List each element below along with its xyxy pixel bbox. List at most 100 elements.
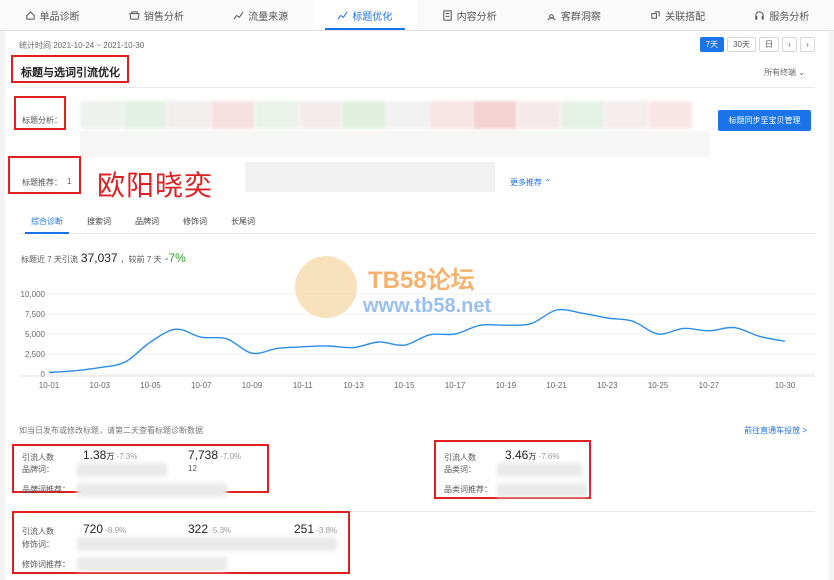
blurred-modifier-recommend: [77, 557, 227, 571]
y-tick-label: 7,500: [25, 310, 46, 319]
x-tick-label: 10-27: [699, 381, 720, 390]
page-title: 标题与选词引流优化: [21, 67, 120, 79]
range-30-days-button[interactable]: 30天: [727, 37, 756, 52]
x-tick-label: 10-05: [140, 381, 161, 390]
blurred-modifier-words: [77, 537, 337, 551]
x-tick-label: 10-19: [496, 381, 517, 390]
brand-flow-unit: 万: [106, 452, 115, 461]
modifier-value-3: 251: [294, 522, 315, 536]
x-tick-label: 10-15: [394, 381, 415, 390]
nav-tab-5[interactable]: 客群洞察: [521, 0, 625, 30]
blurred-category-recommend: [497, 483, 587, 497]
modifier-change-1: -8.9%: [105, 526, 127, 535]
terminal-filter[interactable]: 所有终端 ⌄: [764, 67, 805, 78]
y-tick-label: 5,000: [25, 330, 46, 339]
brand-flow-value: 1.38: [83, 448, 107, 462]
range-day-button[interactable]: 日: [759, 37, 779, 52]
nav-tab-0[interactable]: 单品诊断: [0, 0, 104, 30]
more-recommend-link[interactable]: 更多推荐 ⌃: [510, 177, 551, 188]
brand-word-count: 12: [188, 464, 197, 473]
nav-tab-label: 服务分析: [769, 11, 810, 23]
nav-tab-label: 关联搭配: [665, 11, 706, 23]
stat-time: 统计时间 2021-10-24 ~ 2021-10-30: [19, 41, 145, 50]
nav-tab-label: 客群洞察: [560, 11, 601, 23]
trend-icon: [233, 10, 244, 21]
modifier-label-words: 修饰词：: [22, 540, 54, 549]
nav-tab-7[interactable]: 服务分析: [730, 0, 834, 30]
modifier-metric-2: 322 -5.3%: [188, 522, 231, 536]
nav-tab-1[interactable]: 销售分析: [104, 0, 208, 30]
nav-tab-label: 流量来源: [248, 11, 289, 23]
modifier-change-2: -5.3%: [210, 526, 232, 535]
category-flow-unit: 万: [528, 452, 537, 461]
brand-label-flow: 引流人数: [22, 453, 54, 462]
tab-long-tail-words[interactable]: 长尾词: [219, 210, 267, 233]
document-icon: [442, 9, 453, 21]
nav-tab-label: 单品诊断: [39, 11, 80, 23]
top-nav: 单品诊断 销售分析 流量来源 标题优化 内容分析 客群洞察 关联搭配 服务分析: [0, 0, 834, 31]
x-tick-label: 10-25: [648, 381, 669, 390]
modifier-value-2: 322: [188, 522, 209, 536]
category-label-flow: 引流人数: [444, 453, 476, 462]
headset-icon: [754, 10, 765, 21]
flow-line-chart: 10,000 7,500 5,000 2,500 0 10-01 10-03 10-05 10-…: [19, 290, 815, 390]
flow-summary: 标题近 7 天引流 37,037 ，较前 7 天 -7%: [21, 251, 186, 265]
x-tick-label: 10-11: [293, 381, 313, 390]
nav-tab-3[interactable]: 标题优化: [312, 0, 417, 30]
nav-tab-4[interactable]: 内容分析: [417, 0, 521, 30]
home-icon: [25, 10, 36, 21]
people-icon: [546, 10, 557, 21]
flow-compare: ，较前 7 天: [120, 255, 162, 264]
diagnosis-tabs: 综合诊断 搜索词 品牌词 修饰词 长尾词: [19, 210, 815, 234]
tab-overall-diagnosis[interactable]: 综合诊断: [19, 210, 75, 234]
link-icon: [650, 10, 661, 21]
modifier-metric-3: 251 -3.8%: [294, 522, 337, 536]
sync-title-button[interactable]: 标题同步至宝贝管理: [718, 110, 811, 131]
range-buttons: 7天 30天 日 ‹ ›: [699, 37, 815, 52]
title-recommend-label: 标题推荐：: [22, 178, 62, 187]
tab-search-words[interactable]: 搜索词: [75, 210, 123, 233]
x-tick-label: 10-21: [546, 381, 567, 390]
handwritten-name: 欧阳晓奕: [97, 169, 214, 202]
x-tick-label: 10-01: [39, 381, 60, 390]
range-7-days-button[interactable]: 7天: [699, 37, 725, 52]
flow-value: 37,037: [80, 251, 118, 265]
blurred-title-row: [80, 131, 710, 157]
brand-label-recommend: 品牌词推荐：: [22, 485, 70, 494]
brand-flow-metric: 1.38万 -7.3%: [83, 448, 138, 462]
category-flow-change: -7.6%: [538, 452, 560, 461]
nav-tab-2[interactable]: 流量来源: [209, 0, 313, 30]
title-analysis-label: 标题分析：: [22, 116, 62, 125]
flow-change: -7%: [164, 251, 186, 265]
brand-word-value: 7,738: [188, 448, 219, 462]
main-panel: 统计时间 2021-10-24 ~ 2021-10-30 7天 30天 日 ‹ …: [5, 31, 829, 580]
nav-tab-label: 标题优化: [352, 11, 393, 23]
x-tick-label: 10-30: [775, 381, 796, 390]
divider: [19, 87, 815, 88]
modifier-label-recommend: 修饰词推荐：: [22, 560, 70, 569]
blurred-category-words: [497, 463, 582, 477]
tab-brand-words[interactable]: 品牌词: [123, 210, 171, 233]
flow-series-line: [48, 308, 786, 374]
tab-modifier-words[interactable]: 修饰词: [171, 210, 219, 233]
blurred-brand-recommend: [77, 483, 227, 497]
modifier-label-flow: 引流人数: [22, 527, 54, 536]
blurred-title-words: [80, 101, 693, 129]
prev-period-button[interactable]: ‹: [782, 37, 797, 52]
next-period-button[interactable]: ›: [800, 37, 815, 52]
x-tick-label: 10-09: [242, 381, 263, 390]
category-label-words: 品类词：: [444, 465, 476, 474]
nav-tab-6[interactable]: 关联搭配: [626, 0, 730, 30]
modifier-change-3: -3.8%: [316, 526, 338, 535]
recommend-index: 1: [67, 177, 72, 186]
goto-through-train-link[interactable]: 前往直通车投放 >: [744, 425, 807, 436]
brand-flow-change: -7.3%: [116, 452, 138, 461]
footer-note: 如当日发布或修改标题，请第二天查看标题诊断数据: [19, 426, 203, 435]
x-tick-label: 10-23: [597, 381, 618, 390]
y-tick-label: 10,000: [21, 290, 46, 299]
x-tick-label: 10-17: [445, 381, 466, 390]
category-flow-metric: 3.46万 -7.6%: [505, 448, 560, 462]
modifier-metric-1: 720 -8.9%: [83, 522, 126, 536]
y-tick-label: 0: [41, 370, 46, 379]
recommend-highlight-box: [8, 156, 81, 194]
